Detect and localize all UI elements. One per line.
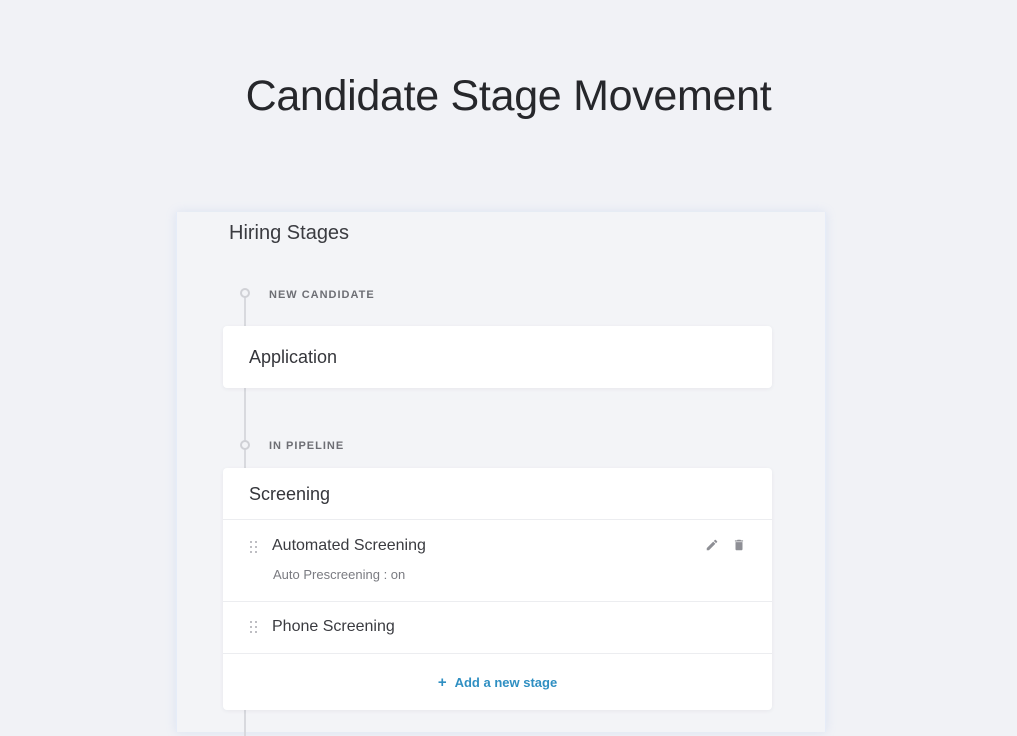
page-title: Candidate Stage Movement: [245, 72, 772, 120]
timeline-node-in-pipeline: [240, 440, 250, 450]
stage-row-automated-screening[interactable]: Automated Screening Auto Prescreening : …: [223, 520, 772, 602]
stage-card-title: Application: [249, 347, 338, 367]
stage-card-title: Screening: [223, 468, 772, 520]
stage-name: Phone Screening: [272, 618, 395, 635]
stage-name: Automated Screening: [272, 537, 426, 554]
section-label-in-pipeline: IN PIPELINE: [269, 440, 345, 452]
add-stage-label: Add a new stage: [454, 674, 558, 690]
section-label-new-candidate: NEW CANDIDATE: [269, 289, 375, 301]
stage-row-actions: [705, 538, 746, 552]
hiring-stages-panel: Hiring Stages NEW CANDIDATE Application …: [176, 212, 826, 736]
add-stage-button[interactable]: + Add a new stage: [223, 654, 772, 710]
stage-detail: Auto Prescreening : on: [273, 567, 406, 582]
edit-icon[interactable]: [705, 538, 719, 552]
panel-title: Hiring Stages: [229, 222, 350, 244]
stage-card-screening: Screening Automated Screening Auto Presc…: [223, 468, 772, 710]
stage-row-phone-screening[interactable]: Phone Screening: [223, 602, 772, 654]
timeline-node-new-candidate: [240, 288, 250, 298]
drag-handle-icon[interactable]: [250, 621, 258, 633]
drag-handle-icon[interactable]: [250, 541, 258, 553]
trash-icon[interactable]: [732, 538, 746, 552]
plus-icon: +: [437, 673, 447, 691]
stage-card-application[interactable]: Application: [223, 326, 772, 388]
